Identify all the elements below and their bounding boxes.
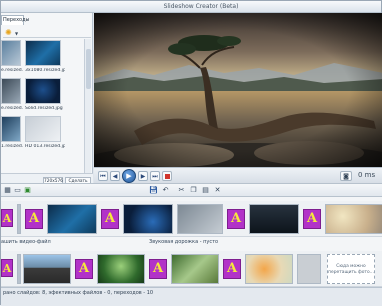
- cut-icon[interactable]: ✂: [177, 186, 186, 195]
- transition-item[interactable]: A: [75, 259, 93, 279]
- slide-item[interactable]: [17, 254, 21, 284]
- skip-back-icon[interactable]: ⏮: [98, 171, 108, 181]
- file-thumb[interactable]: [1, 40, 21, 66]
- file-label: e.resized.jpg: [1, 68, 23, 73]
- file-label: Solid.resized.jpg: [25, 106, 63, 111]
- slide-item[interactable]: [171, 254, 219, 284]
- file-label: e.resized.jpg: [1, 106, 23, 111]
- audio-track-label-left: ашить видео-файл: [1, 239, 51, 245]
- slide-item[interactable]: [123, 204, 173, 234]
- transition-item[interactable]: A: [303, 209, 321, 229]
- tab-transitions[interactable]: Переходы: [1, 15, 30, 25]
- transition-item[interactable]: A: [149, 259, 167, 279]
- app-window: Slideshow Creator (Beta) Переходы ✺ ▼ e.…: [0, 0, 382, 306]
- delete-icon[interactable]: ✕: [213, 186, 222, 195]
- paste-icon[interactable]: ▤: [201, 186, 210, 195]
- file-thumb[interactable]: [25, 116, 61, 142]
- transition-item[interactable]: A: [1, 259, 13, 277]
- transition-item[interactable]: A: [227, 209, 245, 229]
- file-label: HD 013.resized.jpg: [25, 144, 65, 149]
- file-thumb[interactable]: [1, 78, 21, 104]
- file-thumb[interactable]: [25, 78, 61, 104]
- scrollbar-thumb[interactable]: [86, 49, 91, 89]
- slide-item[interactable]: [177, 204, 223, 234]
- slide-track: A A A A A: [1, 201, 382, 237]
- file-thumb[interactable]: [25, 40, 61, 66]
- rewind-icon[interactable]: ◀: [110, 171, 120, 181]
- sun-icon[interactable]: ✺: [5, 28, 14, 37]
- file-toolbar: ✺ ▼: [3, 27, 91, 38]
- transition-item[interactable]: A: [223, 259, 241, 279]
- file-label: 1.resized.jpg: [1, 144, 23, 149]
- forward-icon[interactable]: ▶: [138, 171, 148, 181]
- slide-track: A A A A Сюда можно перетащить фото...: [1, 251, 382, 287]
- media-panel: Переходы ✺ ▼ e.resized.jpg 3x1080.resize…: [1, 13, 93, 195]
- playback-controls: ⏮ ◀ ▶ ▶ ⏭ ◙ 0 ms: [94, 167, 382, 183]
- slide-item[interactable]: [23, 254, 71, 284]
- slide-item[interactable]: [325, 204, 382, 234]
- panel-tabs: Переходы: [1, 15, 93, 25]
- transition-item[interactable]: A: [101, 209, 119, 229]
- drop-photo-zone[interactable]: Сюда можно перетащить фото...: [327, 254, 375, 284]
- panel-scrollbar[interactable]: [84, 39, 91, 179]
- play-icon[interactable]: ▶: [122, 169, 136, 183]
- slide-item[interactable]: [47, 204, 97, 234]
- slide-item[interactable]: [97, 254, 145, 284]
- status-bar: рано слайдов: 8, эфективных файлов - 0, …: [1, 287, 382, 306]
- save-icon[interactable]: 💾︎: [149, 186, 158, 195]
- grid-view-icon[interactable]: ▦: [3, 186, 12, 195]
- title-bar: Slideshow Creator (Beta): [1, 1, 381, 13]
- transition-icon[interactable]: ▣: [23, 186, 32, 195]
- time-readout: 0 ms: [358, 171, 376, 179]
- audio-track-label[interactable]: Звуковая дорожка - пусто: [149, 239, 218, 245]
- timeline-toolbar: ▦ ▭ ▣ 💾︎ ↶ ✂ ❐ ▤ ✕: [1, 183, 382, 197]
- chevron-down-icon[interactable]: ▼: [15, 31, 19, 36]
- storyboard-icon[interactable]: ▭: [13, 186, 22, 195]
- status-text: рано слайдов: 8, эфективных файлов - 0, …: [3, 290, 154, 296]
- slide-item[interactable]: [245, 254, 293, 284]
- stop-icon[interactable]: [162, 171, 172, 181]
- preview-image: [94, 13, 382, 167]
- file-label: 3x1080.resized.jpg: [25, 68, 65, 73]
- slide-item[interactable]: [297, 254, 321, 284]
- undo-icon[interactable]: ↶: [161, 186, 170, 195]
- window-title: Slideshow Creator (Beta): [163, 3, 239, 10]
- slide-item[interactable]: [249, 204, 299, 234]
- landscape-image: [94, 13, 382, 167]
- transition-item[interactable]: A: [1, 209, 13, 227]
- file-thumb[interactable]: [1, 116, 21, 142]
- skip-forward-icon[interactable]: ⏭: [150, 171, 160, 181]
- camera-icon[interactable]: ◙: [340, 171, 352, 181]
- timeline: A A A A A ашить видео-файл Звуковая доро…: [1, 197, 382, 295]
- transition-item[interactable]: A: [25, 209, 43, 229]
- copy-icon[interactable]: ❐: [189, 186, 198, 195]
- slide-item[interactable]: [17, 204, 21, 234]
